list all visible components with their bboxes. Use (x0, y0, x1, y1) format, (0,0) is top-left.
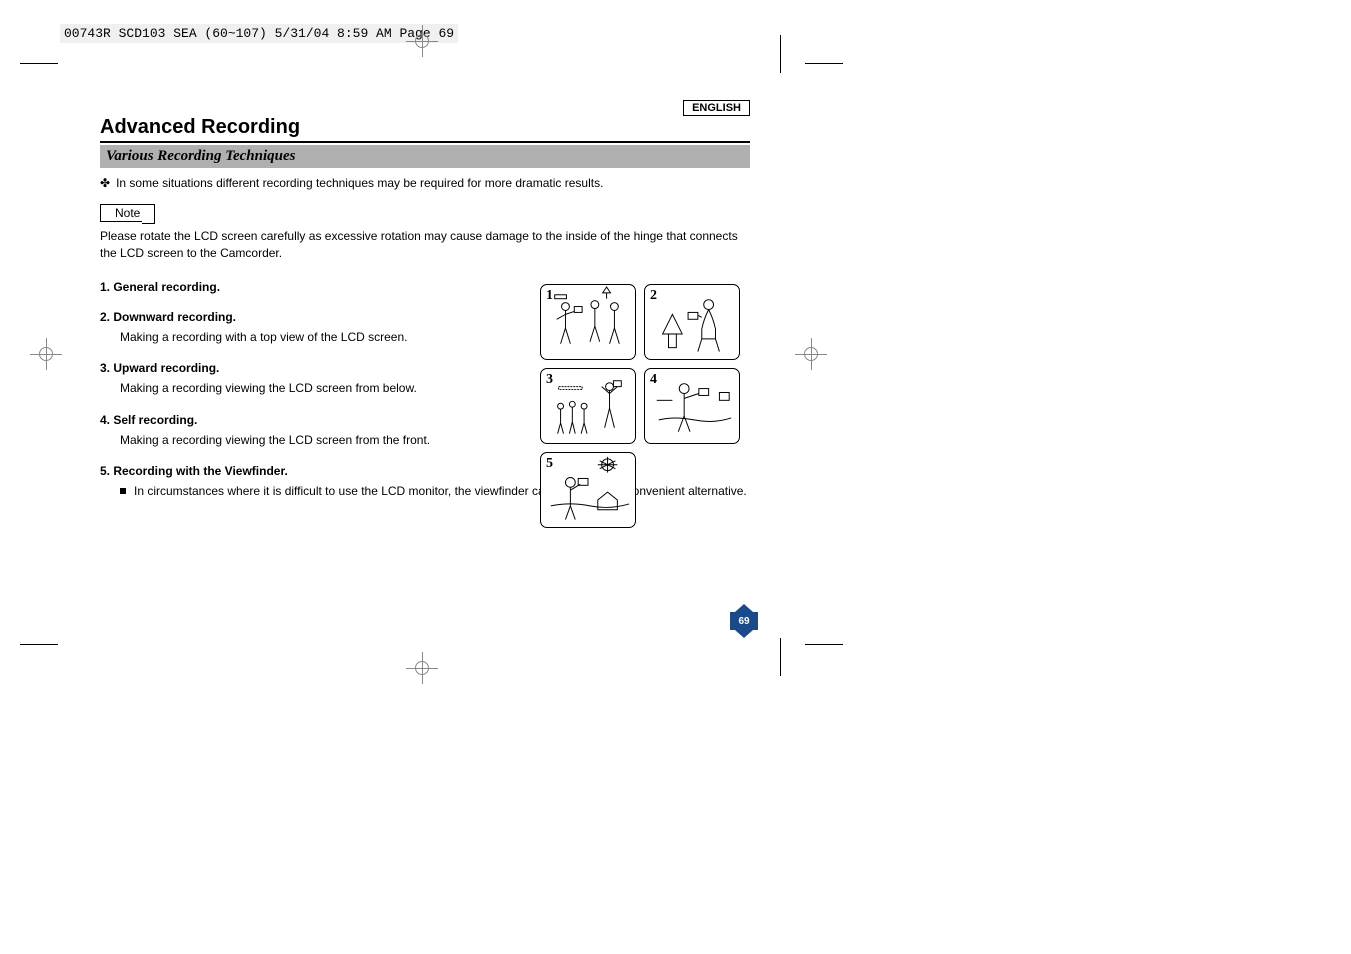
crop-mark (805, 644, 843, 645)
illustration-1: 1 (540, 284, 636, 360)
self-recording-icon (645, 369, 739, 443)
crop-mark (20, 63, 58, 64)
viewfinder-recording-icon (541, 453, 635, 527)
crop-mark (20, 644, 58, 645)
crop-mark (780, 638, 781, 676)
illustration-2: 2 (644, 284, 740, 360)
downward-recording-icon (645, 285, 739, 359)
registration-mark-icon (795, 338, 827, 370)
illustration-4: 4 (644, 368, 740, 444)
recording-scene-icon (541, 285, 635, 359)
note-label-box: Note (100, 204, 155, 222)
intro-text: In some situations different recording t… (116, 176, 603, 190)
intro-line: ✤ In some situations different recording… (100, 176, 750, 190)
note-label: Note (115, 206, 140, 220)
note-text: Please rotate the LCD screen carefully a… (100, 228, 750, 262)
page-number-badge: 69 (730, 612, 758, 630)
language-badge: ENGLISH (683, 100, 750, 116)
upward-recording-icon (541, 369, 635, 443)
registration-mark-icon (406, 652, 438, 684)
crop-mark (805, 63, 843, 64)
square-bullet-icon (120, 488, 126, 494)
illustration-5: 5 (540, 452, 636, 528)
registration-mark-icon (406, 25, 438, 57)
page-title: Advanced Recording (100, 116, 750, 143)
registration-mark-icon (30, 338, 62, 370)
illustration-3: 3 (540, 368, 636, 444)
illustration-grid: 1 2 (540, 284, 750, 536)
crop-mark (780, 35, 781, 73)
section-subtitle: Various Recording Techniques (100, 145, 750, 168)
prepress-header: 00743R SCD103 SEA (60~107) 5/31/04 8:59 … (60, 24, 458, 43)
bullet-icon: ✤ (100, 176, 110, 190)
